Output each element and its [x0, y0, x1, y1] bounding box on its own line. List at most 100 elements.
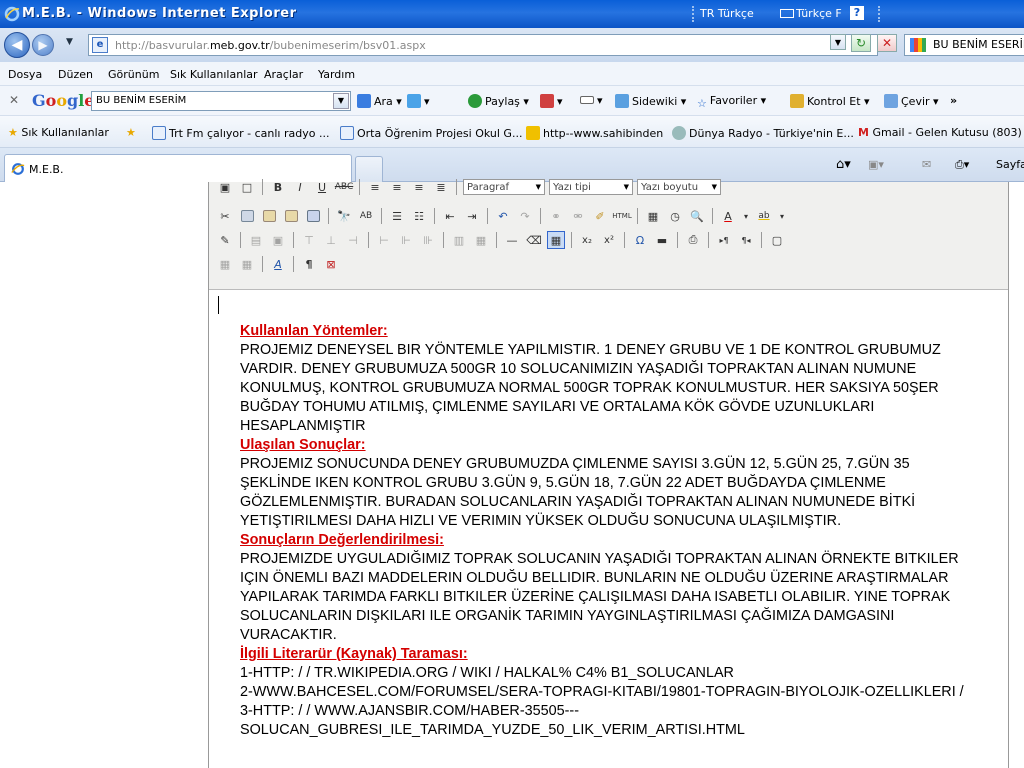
menu-file[interactable]: Dosya: [8, 68, 42, 81]
edit-style-icon[interactable]: ✎: [216, 231, 234, 249]
cut-icon[interactable]: ✂: [216, 207, 234, 225]
live-search-input[interactable]: BU BENİM ESERİM: [904, 34, 1024, 56]
close-toolbar-icon[interactable]: ✕: [9, 93, 19, 107]
page-menu-button[interactable]: Sayfa: [996, 158, 1024, 171]
editor-content[interactable]: Kullanılan Yöntemler: PROJEMIZ DENEYSEL …: [218, 296, 980, 740]
remove-format-icon[interactable]: ⌫: [525, 231, 543, 249]
bookmark-button[interactable]: ▾: [540, 94, 563, 108]
show-blocks-icon[interactable]: ¶: [300, 255, 318, 273]
merge-cells-icon[interactable]: ▦: [472, 231, 490, 249]
menu-favorites[interactable]: Sık Kullanılanlar: [170, 68, 258, 81]
keyboard-layout[interactable]: Türkçe F: [780, 7, 842, 20]
menu-tools[interactable]: Araçlar: [264, 68, 303, 81]
undo-icon[interactable]: ↶: [494, 207, 512, 225]
split-cells-icon[interactable]: ▥: [450, 231, 468, 249]
read-mail-icon[interactable]: ✉: [922, 158, 931, 171]
insert-date-icon[interactable]: ▦: [644, 207, 662, 225]
align-left-icon[interactable]: ≡: [366, 178, 384, 196]
window-button[interactable]: ▾: [580, 94, 603, 107]
bullet-list-icon[interactable]: ☰: [388, 207, 406, 225]
format-select[interactable]: Paragraf ▼: [463, 179, 545, 195]
indent-icon[interactable]: ⇥: [463, 207, 481, 225]
share-button[interactable]: Paylaş ▾: [468, 94, 529, 108]
address-dropdown-icon[interactable]: ▼: [830, 34, 846, 50]
favorites-center-button[interactable]: ★ Sık Kullanılanlar: [8, 126, 109, 139]
table-props-icon[interactable]: ▤: [247, 231, 265, 249]
rtl-icon[interactable]: ¶◂: [737, 231, 755, 249]
unlink-icon[interactable]: ⚮: [569, 207, 587, 225]
align-center-icon[interactable]: ≡: [388, 178, 406, 196]
find-icon[interactable]: 🔭: [335, 207, 353, 225]
menu-view[interactable]: Görünüm: [108, 68, 159, 81]
google-search-button[interactable]: Ara ▾: [357, 94, 402, 108]
toolbar-options-button[interactable]: ▾: [407, 94, 430, 108]
move-layer-icon[interactable]: ▦: [238, 255, 256, 273]
visual-aid-icon[interactable]: ▦: [547, 231, 565, 249]
paste-text-icon[interactable]: [282, 207, 300, 225]
print-icon[interactable]: ⎙: [684, 231, 702, 249]
save-icon[interactable]: ▣: [216, 178, 234, 196]
forward-button[interactable]: ▶: [32, 34, 54, 56]
strikethrough-icon[interactable]: ABC: [335, 178, 353, 196]
stop-button[interactable]: ✕: [877, 34, 897, 52]
print-icon[interactable]: ⎙▾: [955, 158, 969, 172]
copy-icon[interactable]: [238, 207, 256, 225]
col-after-icon[interactable]: ⊩: [397, 231, 415, 249]
insert-layer-icon[interactable]: ▦: [216, 255, 234, 273]
menu-edit[interactable]: Düzen: [58, 68, 93, 81]
new-document-icon[interactable]: □: [238, 178, 256, 196]
favorite-link-sahibinden[interactable]: http--www.sahibinden: [526, 126, 663, 140]
language-indicator[interactable]: TR Türkçe: [700, 7, 754, 20]
address-field[interactable]: e http://basvurular.meb.gov.tr/bubenimes…: [88, 34, 878, 56]
text-color-dropdown-icon[interactable]: ▾: [741, 207, 751, 225]
redo-icon[interactable]: ↷: [516, 207, 534, 225]
outdent-icon[interactable]: ⇤: [441, 207, 459, 225]
feeds-icon[interactable]: ▣▾: [868, 158, 884, 171]
italic-icon[interactable]: I: [291, 178, 309, 196]
google-search-dropdown-icon[interactable]: ▼: [333, 93, 349, 109]
language-bar-options[interactable]: [878, 6, 882, 22]
nonbreaking-icon[interactable]: ⊠: [322, 255, 340, 273]
horizontal-rule-icon[interactable]: —: [503, 231, 521, 249]
row-after-icon[interactable]: ⊥: [322, 231, 340, 249]
bold-icon[interactable]: B: [269, 178, 287, 196]
row-before-icon[interactable]: ⊤: [300, 231, 318, 249]
favorites-button[interactable]: ☆ Favoriler ▾: [697, 94, 766, 111]
link-icon[interactable]: ⚭: [547, 207, 565, 225]
html-source-icon[interactable]: HTML: [612, 207, 631, 225]
media-icon[interactable]: ▬: [653, 231, 671, 249]
favorite-link-gmail[interactable]: M Gmail - Gelen Kutusu (803) -...: [858, 126, 1024, 139]
special-char-icon[interactable]: Ω: [631, 231, 649, 249]
preview-icon[interactable]: 🔍: [688, 207, 706, 225]
insert-time-icon[interactable]: ◷: [666, 207, 684, 225]
spellcheck-button[interactable]: Kontrol Et ▾: [790, 94, 870, 108]
add-favorites-button[interactable]: ★: [126, 126, 136, 139]
menu-help[interactable]: Yardım: [318, 68, 355, 81]
google-search-input[interactable]: BU BENİM ESERİM ▼: [91, 91, 351, 111]
replace-icon[interactable]: AB: [357, 207, 375, 225]
refresh-button[interactable]: ↻: [851, 34, 871, 52]
styleprops-icon[interactable]: A: [269, 255, 287, 273]
paste-icon[interactable]: [260, 207, 278, 225]
delete-col-icon[interactable]: ⊪: [419, 231, 437, 249]
align-right-icon[interactable]: ≡: [410, 178, 428, 196]
ltr-icon[interactable]: ▸¶: [715, 231, 733, 249]
help-button[interactable]: ?: [850, 6, 864, 20]
subscript-icon[interactable]: x₂: [578, 231, 596, 249]
text-color-icon[interactable]: A: [719, 207, 737, 225]
paste-word-icon[interactable]: [304, 207, 322, 225]
underline-icon[interactable]: U: [313, 178, 331, 196]
delete-row-icon[interactable]: ⊣: [344, 231, 362, 249]
recent-pages-dropdown-icon[interactable]: ▼: [66, 37, 73, 47]
translate-button[interactable]: Çevir ▾: [884, 94, 939, 108]
more-toolbar-items[interactable]: »: [950, 94, 957, 107]
superscript-icon[interactable]: x²: [600, 231, 618, 249]
highlight-dropdown-icon[interactable]: ▾: [777, 207, 787, 225]
favorite-link-trt[interactable]: Trt Fm çalıyor - canlı radyo ...: [152, 126, 329, 140]
font-family-select[interactable]: Yazı tipi ▼: [549, 179, 633, 195]
cell-props-icon[interactable]: ▣: [269, 231, 287, 249]
favorite-link-dunya-radyo[interactable]: Dünya Radyo - Türkiye'nin E...: [672, 126, 854, 140]
font-size-select[interactable]: Yazı boyutu ▼: [637, 179, 721, 195]
language-bar-grip[interactable]: [692, 6, 696, 22]
highlight-color-icon[interactable]: ab: [755, 207, 773, 225]
